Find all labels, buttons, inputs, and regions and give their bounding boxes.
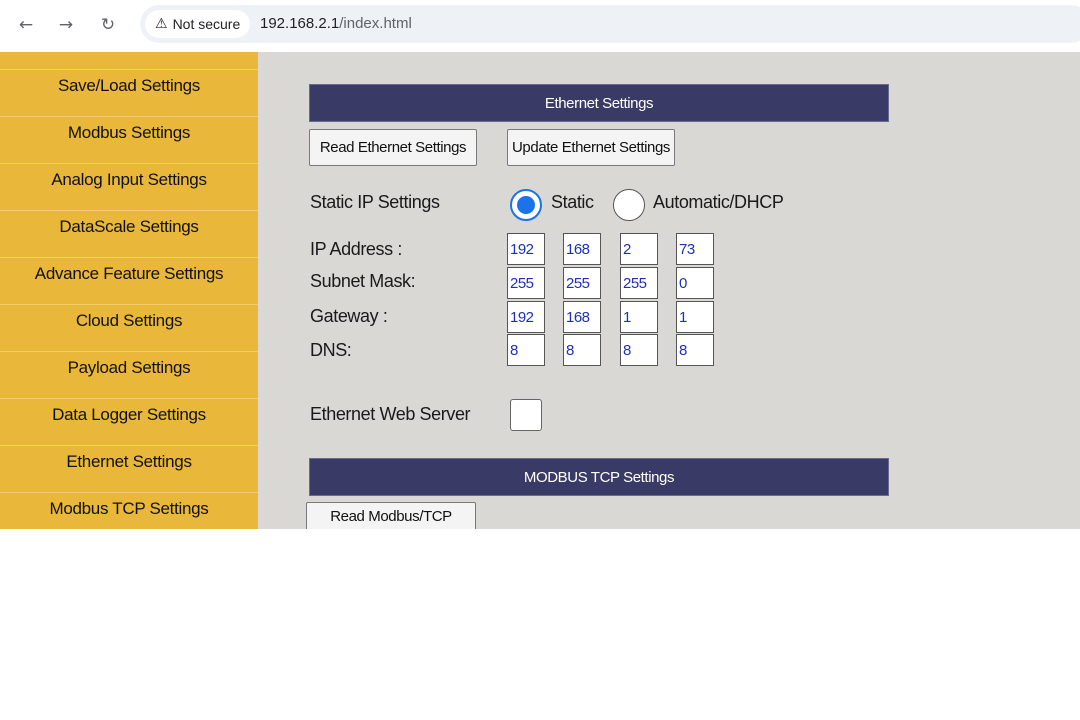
reload-icon[interactable]: ↻ (96, 13, 120, 37)
ethernet-settings-header: Ethernet Settings (309, 84, 889, 122)
subnet-octet-4-field[interactable]: 0 (676, 267, 714, 299)
back-arrow-icon[interactable]: ← (14, 13, 38, 37)
sidebar-item-modbus[interactable]: Modbus Settings (0, 116, 258, 163)
url-text[interactable]: 192.168.2.1/index.html (260, 15, 412, 32)
dns-octet-1-field[interactable]: 8 (507, 334, 545, 366)
warning-triangle-icon: ⚠ (155, 16, 168, 32)
subnet-octet-2-field[interactable]: 255 (563, 267, 601, 299)
read-modbus-tcp-settings-button[interactable]: Read Modbus/TCP Settings (306, 502, 476, 529)
address-bar[interactable]: ⚠ Not secure 192.168.2.1/index.html (140, 5, 1080, 43)
dns-octet-2-field[interactable]: 8 (563, 334, 601, 366)
ip-octet-1-field[interactable]: 192 (507, 233, 545, 265)
sidebar: Save/Load Settings Modbus Settings Analo… (0, 52, 258, 529)
security-label: Not secure (172, 16, 241, 32)
ethernet-web-server-checkbox[interactable] (510, 399, 542, 431)
update-ethernet-settings-button[interactable]: Update Ethernet Settings (507, 129, 675, 166)
dhcp-radio-label: Automatic/DHCP (653, 192, 784, 212)
gateway-octet-3-field[interactable]: 1 (620, 301, 658, 333)
gateway-octet-1-field[interactable]: 192 (507, 301, 545, 333)
ip-address-label: IP Address : (310, 239, 402, 259)
subnet-mask-label: Subnet Mask: (310, 271, 416, 291)
sidebar-item-payload[interactable]: Payload Settings (0, 351, 258, 398)
dhcp-radio[interactable] (613, 189, 645, 221)
sidebar-item-modbus-tcp[interactable]: Modbus TCP Settings (0, 492, 258, 529)
gateway-octet-4-field[interactable]: 1 (676, 301, 714, 333)
dns-octet-4-field[interactable]: 8 (676, 334, 714, 366)
url-path: /index.html (339, 15, 412, 32)
security-indicator[interactable]: ⚠ Not secure (145, 10, 251, 38)
modbus-tcp-settings-header: MODBUS TCP Settings (309, 458, 889, 496)
ethernet-web-server-label: Ethernet Web Server (310, 404, 471, 424)
subnet-octet-3-field[interactable]: 255 (620, 267, 658, 299)
gateway-octet-2-field[interactable]: 168 (563, 301, 601, 333)
sidebar-item-cloud[interactable]: Cloud Settings (0, 304, 258, 351)
subnet-octet-1-field[interactable]: 255 (507, 267, 545, 299)
read-ethernet-settings-button[interactable]: Read Ethernet Settings (309, 129, 477, 166)
sidebar-item-ethernet[interactable]: Ethernet Settings (0, 445, 258, 492)
static-radio[interactable] (510, 189, 542, 221)
page-viewport: Save/Load Settings Modbus Settings Analo… (0, 52, 1080, 529)
url-host: 192.168.2.1 (260, 15, 340, 32)
static-ip-settings-label: Static IP Settings (310, 192, 440, 212)
dns-octet-3-field[interactable]: 8 (620, 334, 658, 366)
gateway-label: Gateway : (310, 306, 388, 326)
browser-toolbar: ← → ↻ ⚠ Not secure 192.168.2.1/index.htm… (0, 0, 1080, 50)
forward-arrow-icon[interactable]: → (54, 13, 78, 37)
static-radio-label: Static (551, 192, 594, 212)
sidebar-item-save-load[interactable]: Save/Load Settings (0, 69, 258, 116)
ip-octet-3-field[interactable]: 2 (620, 233, 658, 265)
sidebar-item-advance-feature[interactable]: Advance Feature Settings (0, 257, 258, 304)
ip-octet-4-field[interactable]: 73 (676, 233, 714, 265)
ip-octet-2-field[interactable]: 168 (563, 233, 601, 265)
dns-label: DNS: (310, 340, 352, 360)
sidebar-item-datascale[interactable]: DataScale Settings (0, 210, 258, 257)
sidebar-item-analog-input[interactable]: Analog Input Settings (0, 163, 258, 210)
sidebar-item-data-logger[interactable]: Data Logger Settings (0, 398, 258, 445)
